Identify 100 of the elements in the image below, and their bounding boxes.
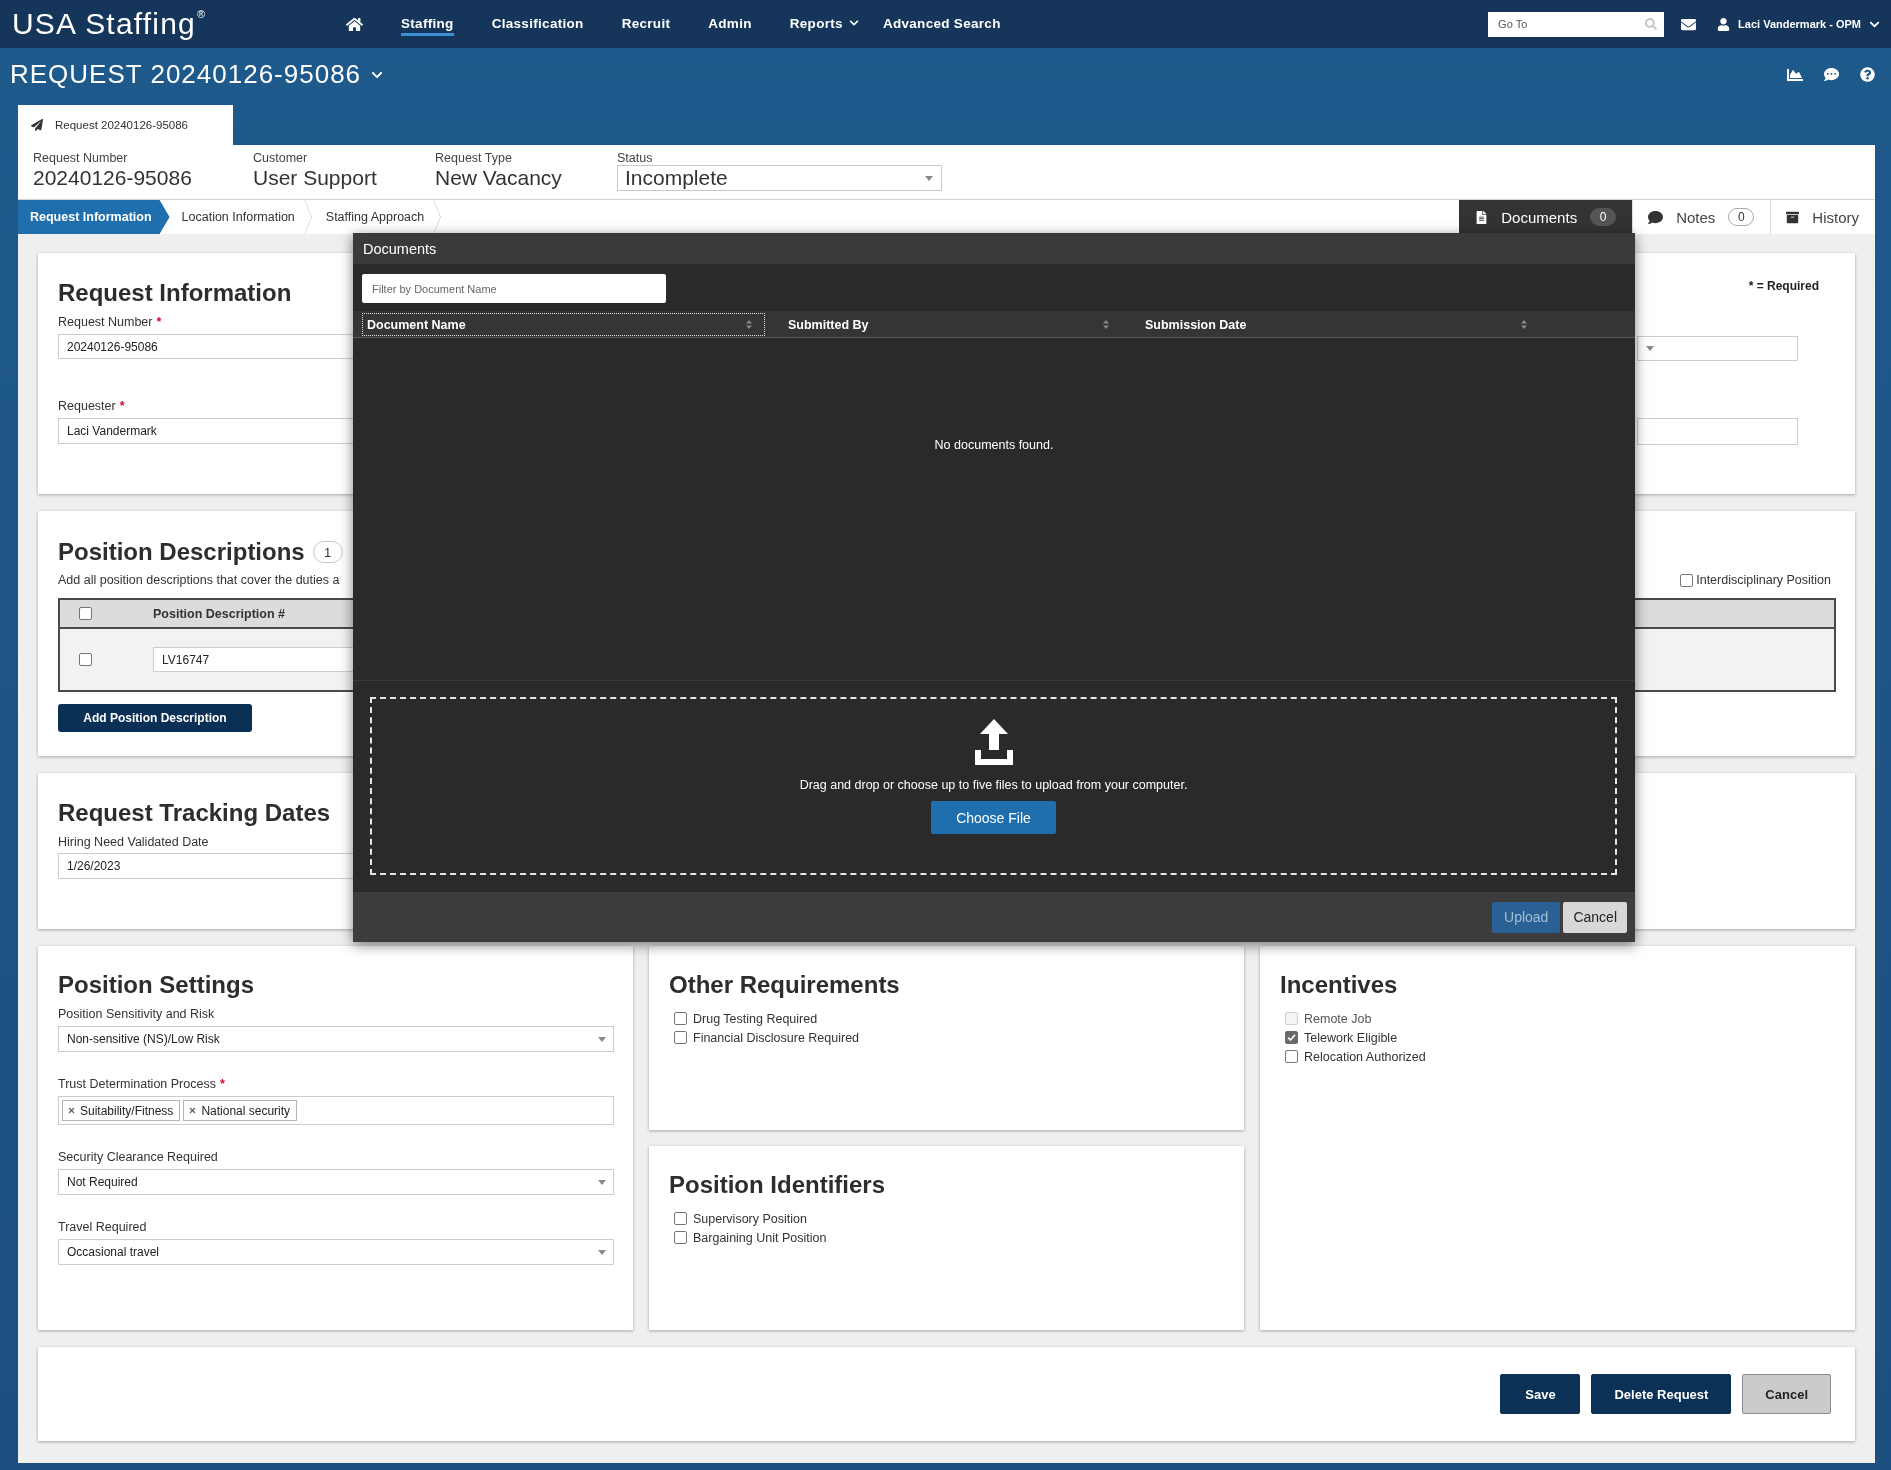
text-field[interactable] <box>1637 418 1798 445</box>
dialog-button[interactable]: Cancel <box>1563 901 1627 933</box>
record-tab[interactable]: Request 20240126-95086 <box>18 105 233 145</box>
comment-icon[interactable] <box>1824 67 1839 82</box>
summary-label: Request Type <box>435 151 512 165</box>
home-icon[interactable] <box>346 15 363 33</box>
checkbox[interactable] <box>674 1012 687 1025</box>
go-to-field[interactable]: Go To <box>1488 11 1665 37</box>
add-position-description-button[interactable]: Add Position Description <box>58 704 252 732</box>
side-tab[interactable]: Documents 0 <box>1459 200 1633 234</box>
nav-link[interactable]: Classification <box>491 12 584 36</box>
step-tab[interactable]: Staffing Approach <box>313 200 444 234</box>
nav-link[interactable]: Reports <box>789 12 859 36</box>
text-field[interactable]: 20240126-95086 <box>58 334 354 359</box>
checkbox[interactable] <box>1680 573 1694 587</box>
status-dropdown[interactable]: Incomplete <box>617 165 942 191</box>
step-tab[interactable]: Location Information <box>169 200 314 234</box>
drop-zone[interactable]: Drag and drop or choose up to five files to upload from your computer. Choose File <box>370 697 1617 875</box>
card-title: Position Settings <box>58 970 254 1000</box>
card-title: Request Tracking Dates <box>58 798 331 828</box>
field-label: Trust Determination Process * <box>58 1077 225 1091</box>
area-chart-icon[interactable] <box>1787 66 1803 83</box>
caret-icon <box>925 175 933 181</box>
summary-value: User Support <box>253 165 377 190</box>
summary-label: Request Number <box>33 151 128 165</box>
field-label: Travel Required <box>58 1220 147 1234</box>
checkbox[interactable] <box>1285 1031 1298 1044</box>
text-field[interactable]: LV16747 <box>153 647 354 672</box>
caret-icon <box>598 1036 606 1042</box>
card-title: Request Information <box>58 278 292 308</box>
checkbox-label: Remote Job <box>1304 1011 1372 1026</box>
checkbox-label: Financial Disclosure Required <box>693 1030 860 1045</box>
sort-icon <box>746 320 752 329</box>
date-field[interactable]: 1/26/2023 <box>58 853 354 879</box>
checkbox-label: Relocation Authorized <box>1304 1049 1426 1064</box>
field-label: Request Number * <box>58 315 162 329</box>
action-button[interactable]: Cancel <box>1742 1374 1831 1414</box>
caret-icon <box>598 1249 606 1255</box>
summary-value: New Vacancy <box>435 165 562 190</box>
check-icon <box>1287 1034 1296 1041</box>
field-label: Security Clearance Required <box>58 1150 218 1164</box>
column-header[interactable]: Submitted By <box>765 313 1122 336</box>
drop-instructions: Drag and drop or choose up to five files to upload from your computer. <box>799 778 1188 792</box>
mail-icon[interactable] <box>1681 16 1697 32</box>
step-tab[interactable]: Request Information <box>18 200 170 234</box>
field-label: Position Sensitivity and Risk <box>58 1007 215 1021</box>
checkbox[interactable] <box>674 1212 687 1225</box>
remove-icon[interactable] <box>189 1107 197 1114</box>
page-title: REQUEST 20240126-95086 <box>10 59 362 90</box>
required-note: * = Required <box>1748 279 1819 293</box>
column-header[interactable]: Document Name <box>362 313 765 336</box>
checkbox[interactable] <box>1285 1050 1298 1063</box>
document-icon <box>1475 210 1489 224</box>
checkbox-label: Drug Testing Required <box>693 1011 818 1026</box>
nav-link[interactable]: Advanced Search <box>882 12 1001 36</box>
checkbox-label: Interdisciplinary Position <box>1696 573 1831 587</box>
action-button[interactable]: Delete Request <box>1591 1374 1732 1414</box>
user-icon <box>1717 17 1731 31</box>
checkbox[interactable] <box>79 653 92 666</box>
upload-icon <box>974 719 1013 765</box>
nav-link[interactable]: Admin <box>708 12 752 36</box>
checkbox-label: Telework Eligible <box>1304 1030 1398 1045</box>
remove-icon[interactable] <box>68 1107 75 1114</box>
summary-label: Status <box>617 151 653 165</box>
sort-icon <box>1521 320 1527 329</box>
field-label: Requester * <box>58 399 125 413</box>
description-text: Add all position descriptions that cover the duties a <box>58 573 340 587</box>
card-title: Position Identifiers <box>669 1170 886 1200</box>
choose-file-button[interactable]: Choose File <box>931 801 1056 834</box>
field-label: Hiring Need Validated Date <box>58 835 209 849</box>
summary-label: Customer <box>253 151 308 165</box>
tag-label: Suitability/Fitness <box>80 1103 174 1118</box>
checkbox-label: Bargaining Unit Position <box>693 1230 827 1245</box>
sort-icon <box>1103 320 1109 329</box>
logo[interactable]: USA Staffing$^{®}$ <box>0 6 346 42</box>
text-field[interactable]: Laci Vandermark <box>58 418 354 444</box>
nav-link[interactable]: Recruit <box>621 12 671 36</box>
caret-icon <box>598 1179 606 1185</box>
help-icon[interactable] <box>1860 67 1875 82</box>
dialog-title: Documents <box>363 240 437 257</box>
checkbox[interactable] <box>674 1031 687 1044</box>
dropdown[interactable]: Occasional travel <box>58 1239 614 1265</box>
paper-plane-icon <box>31 119 43 131</box>
checkbox-label: Supervisory Position <box>693 1211 807 1226</box>
checkbox[interactable] <box>674 1231 687 1244</box>
column-header[interactable]: Submission Date <box>1122 313 1540 336</box>
card-title: Other Requirements <box>669 970 900 1000</box>
card-title: Position Descriptions <box>58 537 305 567</box>
checkbox[interactable] <box>79 607 92 620</box>
tag-label: National security <box>201 1103 291 1118</box>
multi-select-field[interactable]: Suitability/Fitness National security <box>58 1096 614 1125</box>
filter-field[interactable]: Filter by Document Name <box>362 274 666 303</box>
user-menu[interactable]: Laci Vandermark - OPM <box>1717 17 1880 31</box>
column-header: Position Description # <box>153 606 285 621</box>
nav-link[interactable]: Staffing <box>401 12 454 36</box>
action-button[interactable]: Save <box>1500 1374 1581 1414</box>
count-badge: 0 <box>1728 208 1755 226</box>
count-badge: 0 <box>1590 208 1617 226</box>
dropdown[interactable]: Non-sensitive (NS)/Low Risk <box>58 1026 614 1052</box>
dropdown[interactable]: Not Required <box>58 1169 614 1195</box>
